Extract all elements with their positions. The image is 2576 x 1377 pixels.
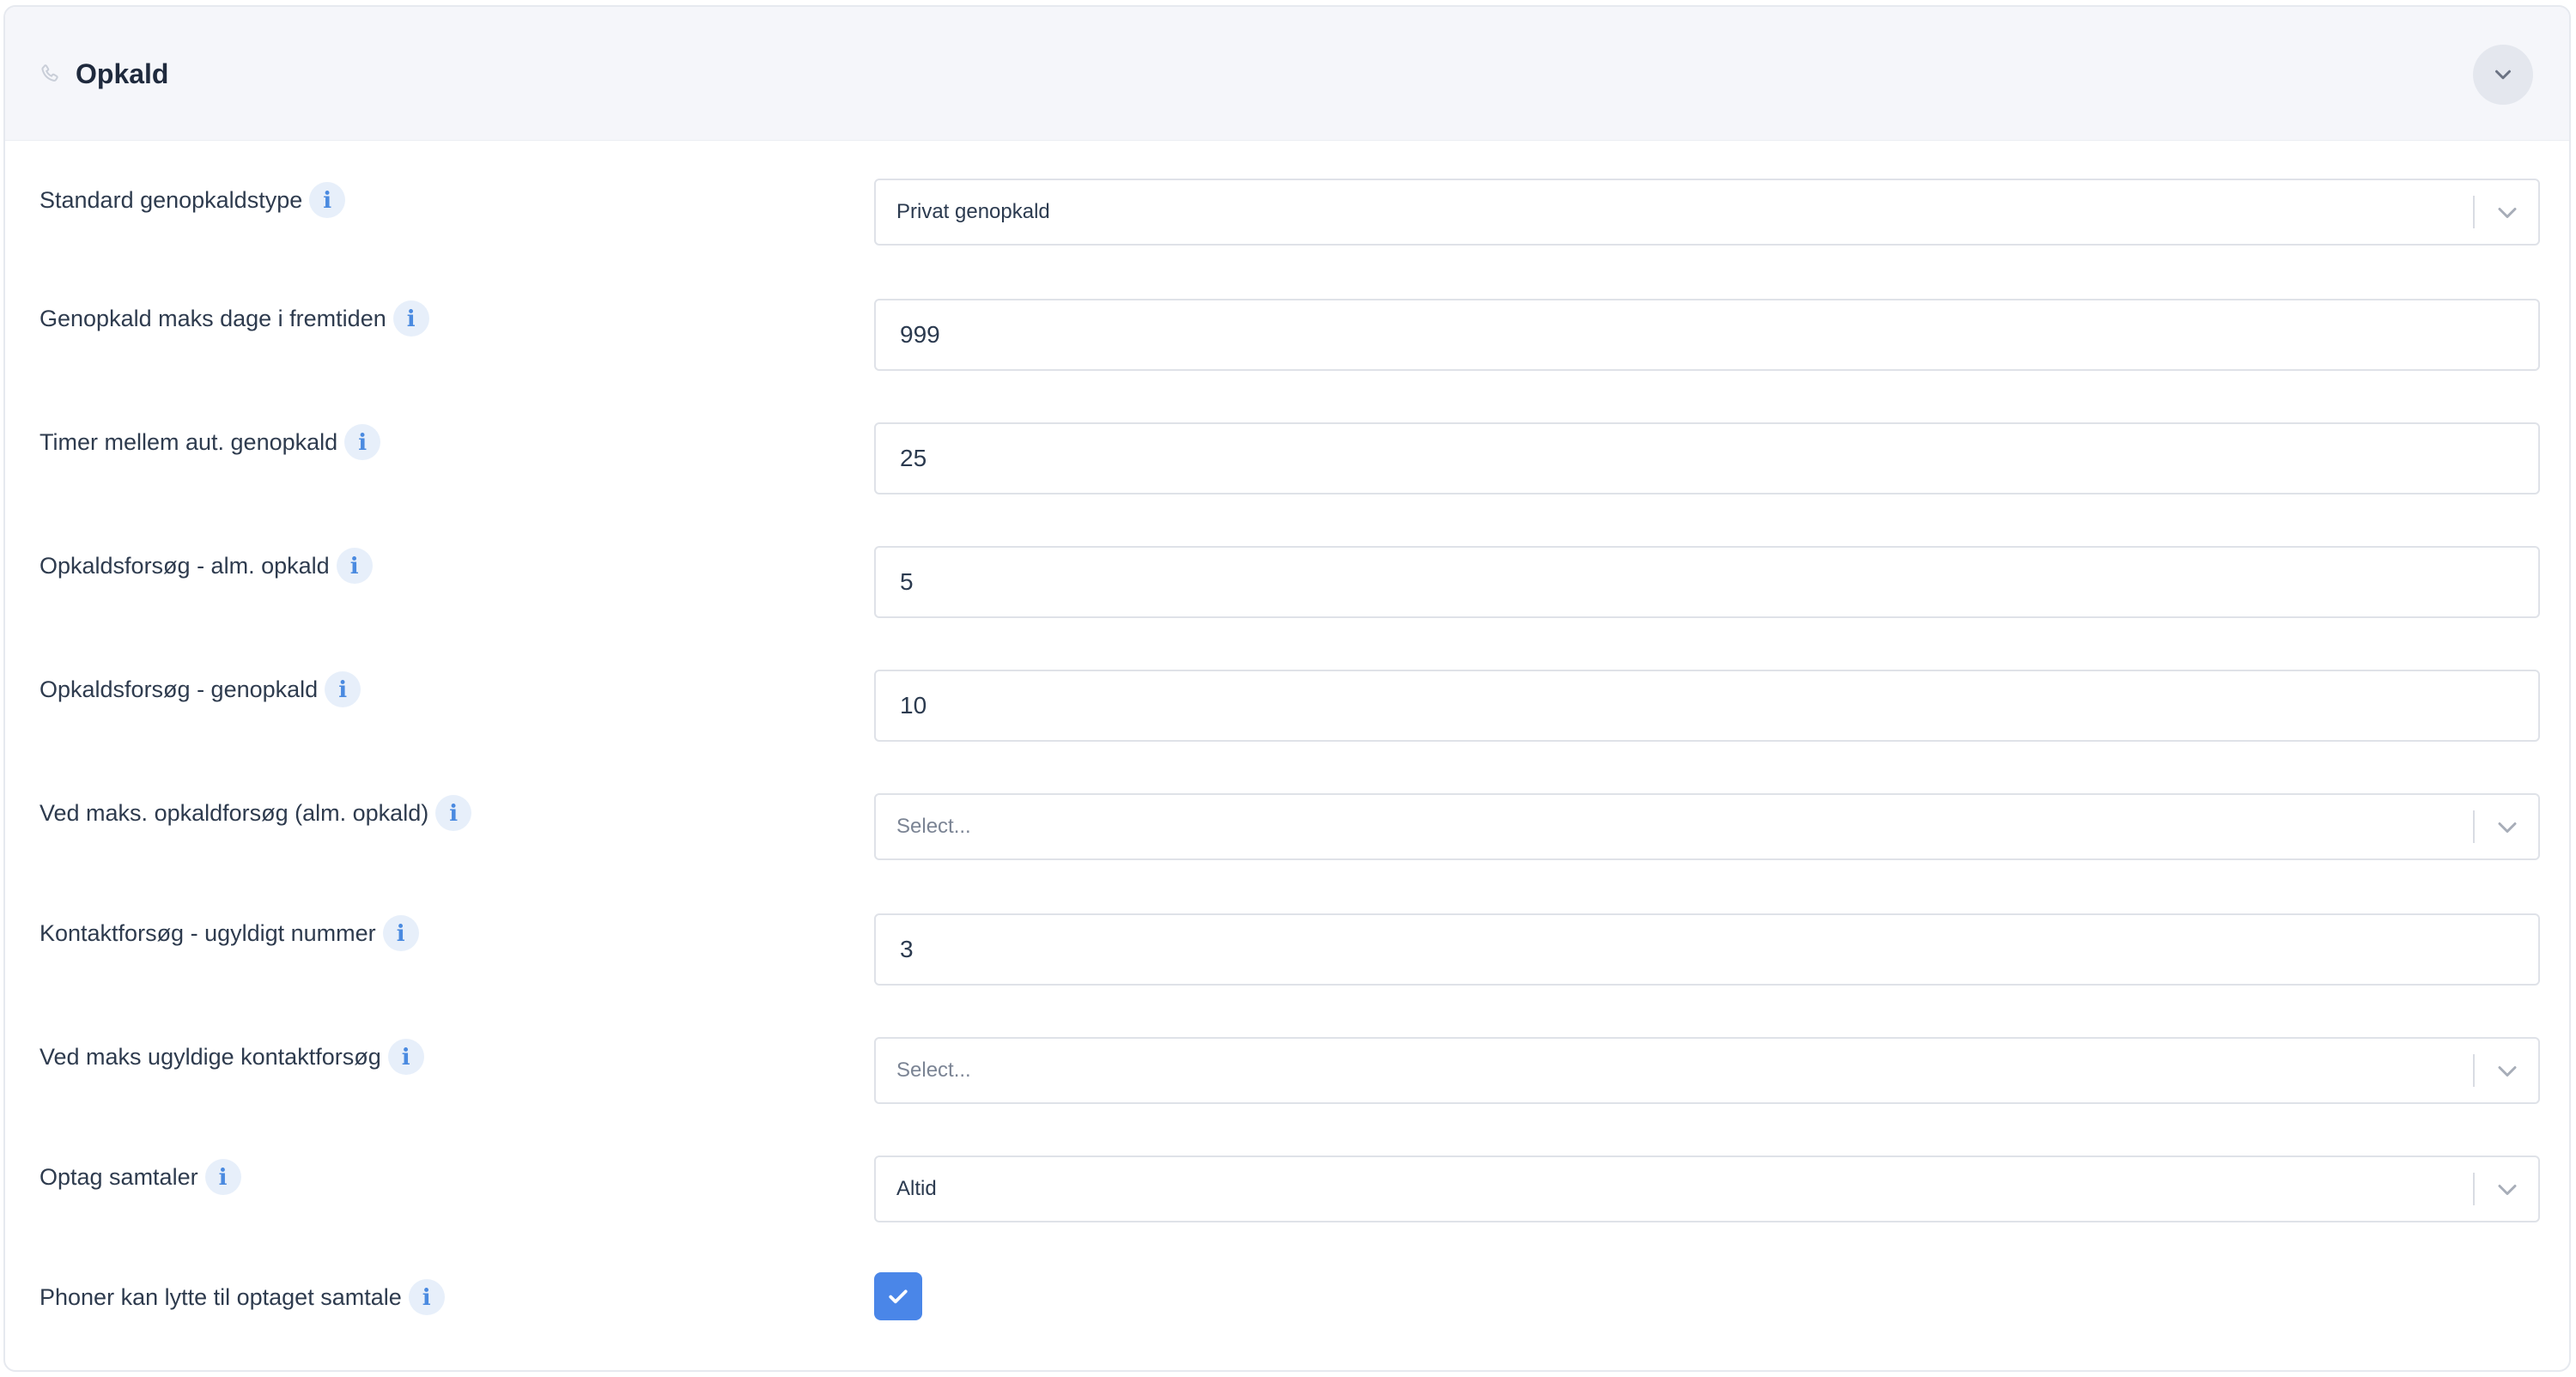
field-label: Opkaldsforsøg - genopkald bbox=[39, 676, 319, 702]
label-ved-maks-opkaldforsoeg: Ved maks. opkaldforsøg (alm. opkald) i bbox=[39, 795, 472, 831]
timer-mellem-genopkald-input[interactable] bbox=[874, 422, 2540, 494]
select-separator bbox=[2473, 810, 2475, 843]
check-icon bbox=[889, 1289, 908, 1304]
info-icon[interactable]: i bbox=[325, 671, 361, 707]
panel-header[interactable]: Opkald bbox=[5, 7, 2569, 141]
info-icon[interactable]: i bbox=[382, 915, 419, 951]
field-label: Optag samtaler bbox=[39, 1164, 198, 1190]
collapse-button[interactable] bbox=[2473, 45, 2533, 105]
select-value: Altid bbox=[896, 1177, 937, 1200]
standard-genopkaldstype-select[interactable]: Privat genopkald bbox=[874, 179, 2540, 246]
opkaldsforsoeg-genopkald-input[interactable] bbox=[874, 670, 2540, 742]
phoner-kan-lytte-checkbox[interactable] bbox=[874, 1272, 922, 1320]
kontaktforsoeg-ugyldigt-input[interactable] bbox=[874, 913, 2540, 986]
select-placeholder: Select... bbox=[896, 1059, 971, 1082]
info-icon[interactable]: i bbox=[387, 1039, 424, 1075]
info-icon[interactable]: i bbox=[344, 424, 381, 460]
label-timer-mellem-genopkald: Timer mellem aut. genopkald i bbox=[39, 424, 381, 460]
label-kontaktforsoeg-ugyldigt: Kontaktforsøg - ugyldigt nummer i bbox=[39, 915, 419, 951]
select-placeholder: Select... bbox=[896, 815, 971, 838]
field-label: Ved maks ugyldige kontaktforsøg bbox=[39, 1044, 381, 1070]
label-opkaldsforsoeg-alm: Opkaldsforsøg - alm. opkald i bbox=[39, 548, 373, 584]
info-icon[interactable]: i bbox=[408, 1279, 445, 1315]
phone-icon bbox=[41, 64, 58, 82]
info-icon[interactable]: i bbox=[204, 1159, 241, 1195]
field-label: Phoner kan lytte til optaget samtale bbox=[39, 1284, 402, 1310]
optag-samtaler-select[interactable]: Altid bbox=[874, 1156, 2540, 1222]
label-genopkald-maks-dage: Genopkald maks dage i fremtiden i bbox=[39, 300, 429, 337]
ved-maks-ugyldige-select[interactable]: Select... bbox=[874, 1037, 2540, 1104]
label-ved-maks-ugyldige: Ved maks ugyldige kontaktforsøg i bbox=[39, 1039, 424, 1075]
opkaldsforsoeg-alm-input[interactable] bbox=[874, 546, 2540, 618]
field-label: Genopkald maks dage i fremtiden bbox=[39, 306, 386, 331]
info-icon[interactable]: i bbox=[392, 300, 429, 337]
field-label: Standard genopkaldstype bbox=[39, 187, 303, 213]
field-label: Kontaktforsøg - ugyldigt nummer bbox=[39, 920, 376, 946]
chevron-down-icon bbox=[2498, 208, 2517, 218]
info-icon[interactable]: i bbox=[309, 182, 346, 218]
chevron-down-icon bbox=[2495, 70, 2511, 80]
field-label: Ved maks. opkaldforsøg (alm. opkald) bbox=[39, 800, 429, 826]
label-optag-samtaler: Optag samtaler i bbox=[39, 1159, 241, 1195]
label-opkaldsforsoeg-genopkald: Opkaldsforsøg - genopkald i bbox=[39, 671, 361, 707]
ved-maks-opkaldforsoeg-select[interactable]: Select... bbox=[874, 793, 2540, 860]
opkald-panel: Opkald Standard genopkaldstype i Privat … bbox=[3, 5, 2571, 1372]
chevron-down-icon bbox=[2498, 1066, 2517, 1077]
label-phoner-kan-lytte: Phoner kan lytte til optaget samtale i bbox=[39, 1279, 445, 1315]
chevron-down-icon bbox=[2498, 1185, 2517, 1195]
select-separator bbox=[2473, 1054, 2475, 1087]
field-label: Timer mellem aut. genopkald bbox=[39, 429, 338, 455]
select-separator bbox=[2473, 196, 2475, 228]
genopkald-maks-dage-input[interactable] bbox=[874, 299, 2540, 371]
select-separator bbox=[2473, 1173, 2475, 1205]
label-standard-genopkaldstype: Standard genopkaldstype i bbox=[39, 182, 346, 218]
section-title: Opkald bbox=[76, 58, 169, 89]
chevron-down-icon bbox=[2498, 822, 2517, 833]
info-icon[interactable]: i bbox=[336, 548, 373, 584]
info-icon[interactable]: i bbox=[435, 795, 472, 831]
select-value: Privat genopkald bbox=[896, 200, 1050, 223]
field-label: Opkaldsforsøg - alm. opkald bbox=[39, 553, 330, 579]
